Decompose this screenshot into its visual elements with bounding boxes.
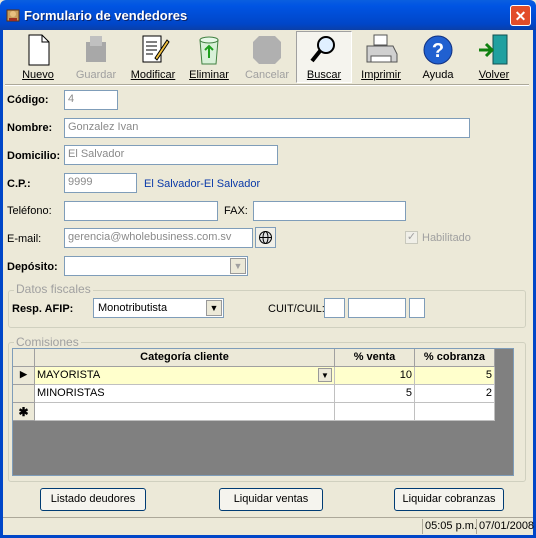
telefono-label: Teléfono: xyxy=(7,205,52,217)
dropdown-arrow-icon[interactable]: ▼ xyxy=(230,258,246,274)
imprimir-button[interactable]: Imprimir xyxy=(358,32,404,82)
fax-field[interactable] xyxy=(253,201,406,221)
listado-deudores-button[interactable]: Listado deudores xyxy=(40,488,146,511)
modificar-label: Modificar xyxy=(130,69,176,81)
recycle-bin-icon xyxy=(199,36,219,65)
row-selector-new[interactable]: ✱ xyxy=(13,403,35,421)
status-time: 05:05 p.m. xyxy=(422,519,478,534)
cuit-part-1[interactable] xyxy=(324,298,345,318)
codigo-field[interactable]: 4 xyxy=(64,90,118,110)
table-row-2-cobranza[interactable]: 2 xyxy=(415,385,495,403)
app-icon xyxy=(6,9,20,22)
cuit-part-2[interactable] xyxy=(348,298,406,318)
row-selector-current[interactable]: ▶ xyxy=(13,367,35,385)
resp-afip-label: Resp. AFIP: xyxy=(12,303,74,315)
cp-label: C.P.: xyxy=(7,178,31,190)
resp-afip-value: Monotributista xyxy=(98,302,168,314)
nombre-label: Nombre: xyxy=(7,122,53,134)
cell-categoria: MAYORISTA xyxy=(37,369,101,381)
modificar-button[interactable]: Modificar xyxy=(128,32,178,82)
domicilio-label: Domicilio: xyxy=(7,150,61,162)
codigo-label: Código: xyxy=(7,94,49,106)
comisiones-grid[interactable]: Categoría cliente % venta % cobranza ▶ M… xyxy=(12,348,514,476)
table-row-1-cobranza[interactable]: 5 xyxy=(415,367,495,385)
cp-field[interactable]: 9999 xyxy=(64,173,137,193)
buscar-button[interactable]: Buscar xyxy=(296,31,352,83)
volver-label: Volver xyxy=(478,69,510,81)
cancelar-button[interactable]: Cancelar xyxy=(242,32,292,82)
deposito-label: Depósito: xyxy=(7,261,58,273)
cancelar-label: Cancelar xyxy=(244,69,290,81)
habilitado-label: Habilitado xyxy=(422,232,471,244)
printer-icon xyxy=(366,34,398,63)
col-header-cobranza[interactable]: % cobranza xyxy=(415,349,495,367)
guardar-label: Guardar xyxy=(75,69,117,81)
save-icon xyxy=(86,36,106,62)
help-icon: ? xyxy=(423,35,453,65)
magnifier-icon xyxy=(310,36,335,63)
ayuda-button[interactable]: ? Ayuda xyxy=(416,32,460,82)
habilitado-checkbox[interactable]: ✓ xyxy=(405,231,418,244)
edit-icon xyxy=(142,35,170,63)
globe-icon xyxy=(259,231,272,244)
toolbar-separator xyxy=(5,84,529,86)
col-header-categoria[interactable]: Categoría cliente xyxy=(35,349,335,367)
eliminar-label: Eliminar xyxy=(189,69,229,81)
volver-button[interactable]: Volver xyxy=(472,32,516,82)
status-date: 07/01/2008 xyxy=(476,519,534,534)
table-row-2-categoria[interactable]: MINORISTAS xyxy=(35,385,335,403)
new-row-categoria[interactable] xyxy=(35,403,335,421)
email-send-button[interactable] xyxy=(255,227,276,248)
email-label: E-mail: xyxy=(7,233,42,245)
telefono-field[interactable] xyxy=(64,201,218,221)
grid-corner xyxy=(13,349,35,367)
svg-text:?: ? xyxy=(432,40,444,62)
nombre-field[interactable]: Gonzalez Ivan xyxy=(64,118,470,138)
dropdown-arrow-icon[interactable]: ▼ xyxy=(318,368,332,382)
eliminar-button[interactable]: Eliminar xyxy=(186,32,232,82)
nuevo-button[interactable]: Nuevo xyxy=(16,32,60,82)
deposito-select[interactable]: ▼ xyxy=(64,256,248,276)
datos-fiscales-title: Datos fiscales xyxy=(14,282,93,296)
row-selector[interactable] xyxy=(13,385,35,403)
comisiones-title: Comisiones xyxy=(14,335,81,349)
table-row-1-venta[interactable]: 10 xyxy=(335,367,415,385)
ayuda-label: Ayuda xyxy=(422,69,454,81)
liquidar-cobranzas-button[interactable]: Liquidar cobranzas xyxy=(394,488,504,511)
buscar-label: Buscar xyxy=(306,69,342,81)
new-row-cobranza[interactable] xyxy=(415,403,495,421)
imprimir-label: Imprimir xyxy=(361,69,401,81)
domicilio-field[interactable]: El Salvador xyxy=(64,145,278,165)
cuit-part-3[interactable] xyxy=(409,298,425,318)
cp-location: El Salvador-El Salvador xyxy=(144,178,261,190)
nuevo-label: Nuevo xyxy=(22,69,54,81)
new-document-icon xyxy=(28,34,50,66)
cancel-icon xyxy=(253,36,281,64)
liquidar-ventas-button[interactable]: Liquidar ventas xyxy=(219,488,323,511)
table-row-2-venta[interactable]: 5 xyxy=(335,385,415,403)
dropdown-arrow-icon[interactable]: ▼ xyxy=(206,300,222,316)
table-row-1-categoria[interactable]: MAYORISTA ▼ xyxy=(35,367,335,385)
resp-afip-select[interactable]: Monotributista ▼ xyxy=(93,298,224,318)
exit-door-icon xyxy=(479,34,508,65)
window-title: Formulario de vendedores xyxy=(24,8,188,23)
cuit-label: CUIT/CUIL: xyxy=(268,303,325,315)
new-row-venta[interactable] xyxy=(335,403,415,421)
email-field[interactable]: gerencia@wholebusiness.com.sv xyxy=(64,228,253,248)
guardar-button[interactable]: Guardar xyxy=(72,32,120,82)
col-header-venta[interactable]: % venta xyxy=(335,349,415,367)
close-button[interactable]: ✕ xyxy=(510,5,531,26)
fax-label: FAX: xyxy=(224,205,248,217)
